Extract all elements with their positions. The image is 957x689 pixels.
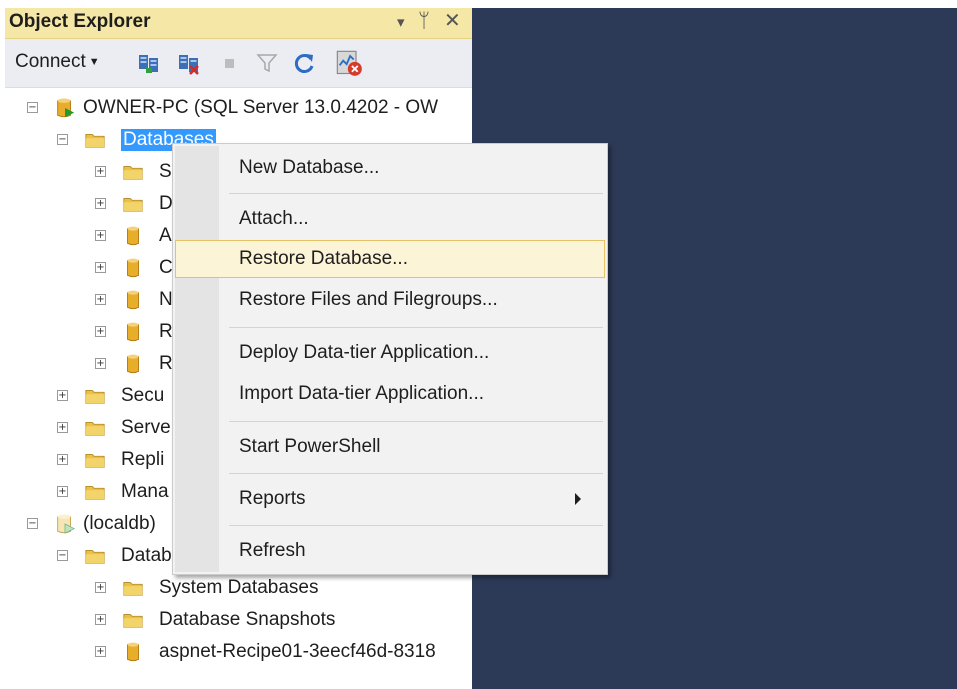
database-icon xyxy=(127,290,139,310)
filter-icon[interactable] xyxy=(255,51,279,75)
tree-node-label: OWNER-PC (SQL Server 13.0.4202 - OW xyxy=(83,97,439,118)
folder-icon xyxy=(85,486,105,500)
menu-item-label: Deploy Data-tier Application... xyxy=(239,342,490,363)
folder-icon xyxy=(85,454,105,468)
expand-icon[interactable]: + xyxy=(57,454,68,465)
expand-icon[interactable]: + xyxy=(57,422,68,433)
folder-icon xyxy=(85,550,105,564)
menu-item-label: New Database... xyxy=(239,157,380,178)
disconnect-server-icon[interactable] xyxy=(177,51,201,75)
expand-icon[interactable]: + xyxy=(57,390,68,401)
expand-icon[interactable]: + xyxy=(95,198,106,209)
close-icon[interactable]: ✕ xyxy=(444,10,461,32)
expand-icon[interactable]: + xyxy=(95,262,106,273)
menu-item-attach[interactable]: Attach... xyxy=(175,200,605,238)
tree-node-label: (localdb) xyxy=(83,513,156,534)
menu-item-reports[interactable]: Reports xyxy=(175,480,605,518)
tree-node-label: N xyxy=(159,289,173,310)
object-explorer-toolbar: Connect ▼ xyxy=(5,39,472,88)
database-icon xyxy=(127,642,139,662)
expand-icon[interactable]: + xyxy=(95,326,106,337)
menu-separator xyxy=(229,421,603,422)
database-icon xyxy=(127,322,139,342)
tree-node-label: R xyxy=(159,353,173,374)
tree-node-label: Database Snapshots xyxy=(159,609,336,630)
window-position-dropdown-icon[interactable]: ▾ xyxy=(397,12,405,34)
expand-icon[interactable]: + xyxy=(95,582,106,593)
expand-icon[interactable]: + xyxy=(95,646,106,657)
menu-item-restore-files-and-filegroups[interactable]: Restore Files and Filegroups... xyxy=(175,281,605,319)
tree-node-label: Mana xyxy=(121,481,169,502)
folder-icon xyxy=(123,614,143,628)
menu-item-deploy-data-tier-application[interactable]: Deploy Data-tier Application... xyxy=(175,334,605,372)
connect-label: Connect xyxy=(15,51,86,72)
stop-icon[interactable] xyxy=(217,51,241,75)
folder-icon xyxy=(123,582,143,596)
collapse-icon[interactable]: − xyxy=(27,518,38,529)
expand-icon[interactable]: + xyxy=(95,614,106,625)
object-explorer-title: Object Explorer xyxy=(9,11,151,32)
expand-icon[interactable]: + xyxy=(95,358,106,369)
collapse-icon[interactable]: − xyxy=(57,134,68,145)
server-icon xyxy=(57,98,75,118)
database-icon xyxy=(127,258,139,278)
tree-node-label: Repli xyxy=(121,449,165,470)
database-icon xyxy=(127,354,139,374)
menu-item-label: Restore Database... xyxy=(239,248,408,269)
tree-node-label: Secu xyxy=(121,385,165,406)
folder-icon xyxy=(123,198,143,212)
menu-item-label: Import Data-tier Application... xyxy=(239,383,484,404)
object-explorer-title-bar: Object Explorer ▾ ᛘ ✕ xyxy=(5,8,472,39)
tree-node-label: Serve xyxy=(121,417,171,438)
tree-node-label: S xyxy=(159,161,172,182)
tree-node-label: System Databases xyxy=(159,577,319,598)
menu-item-label: Attach... xyxy=(239,208,309,229)
menu-item-label: Start PowerShell xyxy=(239,436,381,457)
menu-separator xyxy=(229,327,603,328)
chevron-right-icon xyxy=(575,493,581,505)
folder-icon xyxy=(123,166,143,180)
folder-icon xyxy=(85,134,105,148)
menu-separator xyxy=(229,473,603,474)
refresh-icon[interactable] xyxy=(293,51,317,75)
collapse-icon[interactable]: − xyxy=(57,550,68,561)
caret-down-icon: ▼ xyxy=(88,56,100,68)
tree-node-label: D xyxy=(159,193,173,214)
folder-icon xyxy=(85,422,105,436)
server-icon xyxy=(57,514,75,534)
database-icon xyxy=(127,226,139,246)
menu-separator xyxy=(229,525,603,526)
menu-item-new-database[interactable]: New Database... xyxy=(175,149,605,187)
menu-item-label: Restore Files and Filegroups... xyxy=(239,289,498,310)
tree-node-label: R xyxy=(159,321,173,342)
menu-item-refresh[interactable]: Refresh xyxy=(175,532,605,570)
expand-icon[interactable]: + xyxy=(95,294,106,305)
connect-server-icon[interactable] xyxy=(137,51,161,75)
menu-item-start-powershell[interactable]: Start PowerShell xyxy=(175,428,605,466)
tree-node-label: A xyxy=(159,225,172,246)
expand-icon[interactable]: + xyxy=(95,166,106,177)
tree-node-label: aspnet-Recipe01-3eecf46d-8318 xyxy=(159,641,436,662)
tree-node-label: C xyxy=(159,257,173,278)
menu-item-restore-database[interactable]: Restore Database... xyxy=(175,240,605,278)
menu-item-import-data-tier-application[interactable]: Import Data-tier Application... xyxy=(175,375,605,413)
activity-monitor-icon[interactable] xyxy=(335,49,363,77)
menu-separator xyxy=(229,193,603,194)
expand-icon[interactable]: + xyxy=(57,486,68,497)
expand-icon[interactable]: + xyxy=(95,230,106,241)
menu-item-label: Reports xyxy=(239,488,306,509)
auto-hide-pin-icon[interactable]: ᛘ xyxy=(418,10,430,32)
connect-dropdown-button[interactable]: Connect ▼ xyxy=(15,51,100,73)
collapse-icon[interactable]: − xyxy=(27,102,38,113)
menu-item-label: Refresh xyxy=(239,540,306,561)
folder-icon xyxy=(85,390,105,404)
context-menu: New Database... Attach... Restore Databa… xyxy=(172,143,608,575)
